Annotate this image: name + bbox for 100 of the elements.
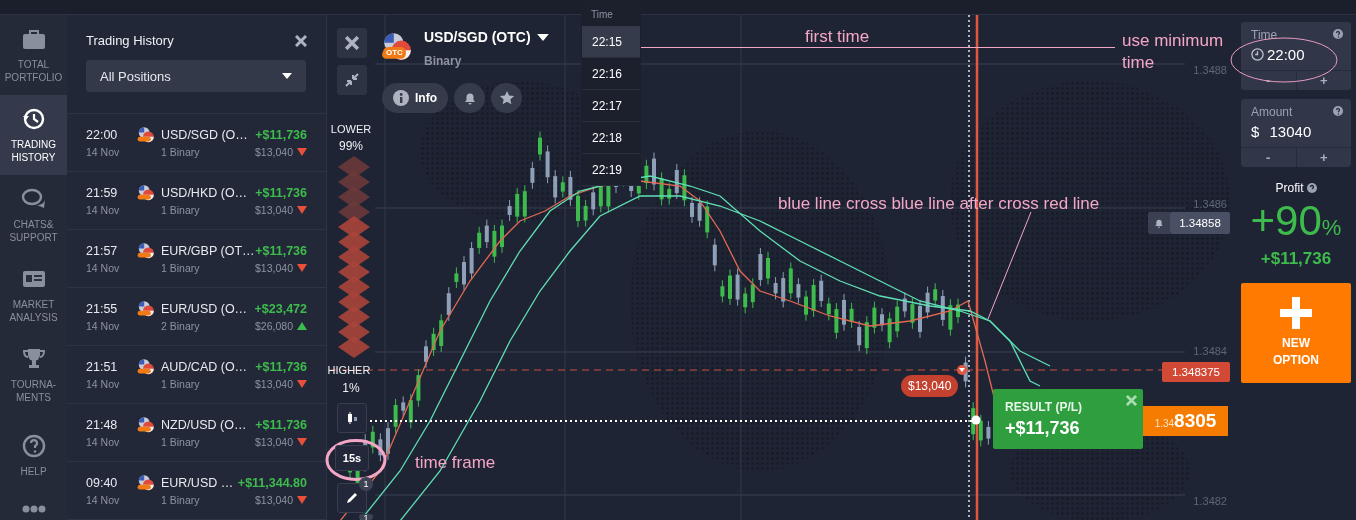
trade-date: 14 Nov	[86, 493, 121, 506]
time-option[interactable]: 22:15	[582, 26, 640, 58]
trade-time: 21:55	[86, 301, 119, 316]
collapse-icon	[345, 73, 359, 87]
clock-icon	[1251, 48, 1264, 61]
nav-item[interactable]: TOURNA- MENTS	[0, 335, 67, 415]
trade-date: 14 Nov	[86, 203, 121, 216]
result-value: +$11,736	[1005, 418, 1081, 439]
candle-icon	[345, 411, 359, 425]
profit-amount: +$23,472	[254, 301, 307, 316]
profit-amount: +$11,344.80	[237, 475, 307, 490]
trade-count: 1 Binary	[161, 145, 201, 158]
bell-button[interactable]	[454, 83, 485, 113]
trade-time: 22:00	[86, 127, 119, 142]
draw-tool-button[interactable]	[337, 483, 367, 513]
info-button[interactable]: Info	[382, 83, 448, 113]
chart-type-button[interactable]	[337, 403, 367, 433]
time-option[interactable]: 22:16	[582, 58, 640, 90]
trade-date: 14 Nov	[86, 145, 121, 158]
invested-amount: $13,040	[255, 377, 293, 390]
stepper-button[interactable]: -	[1241, 148, 1296, 167]
trade-time: 09:40	[86, 475, 119, 490]
help-icon[interactable]	[1333, 106, 1343, 116]
strike-marker-icon	[957, 365, 967, 375]
trade-date: 14 Nov	[86, 319, 121, 332]
close-button[interactable]	[337, 28, 367, 58]
amount-field[interactable]: Amount $ 13040 - +	[1241, 99, 1351, 167]
annotation-text: use minimum	[1122, 30, 1224, 52]
alert-price-tag: 1.34858	[1170, 212, 1230, 234]
trade-count: 1 Binary	[161, 435, 201, 448]
invested-amount: $13,040	[255, 145, 293, 158]
invested-amount: $13,040	[255, 493, 293, 506]
time-option[interactable]: 22:17	[582, 90, 640, 122]
plus-icon	[1280, 297, 1312, 329]
positions-dropdown[interactable]: All Positions	[86, 60, 306, 92]
menu-title: Time	[590, 8, 614, 22]
asset-selector[interactable]: USD/SGD (OTC)	[424, 29, 549, 45]
asset-name: USD/HKD (O…	[161, 185, 249, 200]
nav-item[interactable]: TOTAL PORTFOLIO	[0, 15, 67, 95]
result-label: RESULT (P/L)	[1005, 400, 1084, 414]
nav-item[interactable]: HELP	[0, 415, 67, 495]
invested-amount: $26,080	[255, 319, 293, 332]
asset-name: NZD/USD (O…	[161, 417, 248, 432]
profit-amount: +$11,736	[255, 359, 307, 374]
trade-date: 14 Nov	[86, 261, 121, 274]
stepper-button[interactable]: +	[1295, 148, 1351, 167]
lower-label: LOWER	[329, 122, 373, 137]
alert-bell-icon[interactable]	[1148, 212, 1170, 234]
close-icon[interactable]	[295, 34, 307, 47]
flag-icon	[137, 241, 155, 260]
asset-name: AUD/CAD (O…	[161, 359, 249, 374]
price-label: 1.3486	[1193, 198, 1227, 210]
nav-item[interactable]: CHATS& SUPPORT	[0, 175, 67, 255]
stepper-button[interactable]: +	[1295, 71, 1351, 90]
nav-item[interactable]: TRADING HISTORY	[0, 95, 67, 175]
help-icon[interactable]	[1333, 29, 1343, 39]
asset-name: EUR/USD …	[161, 475, 235, 490]
timeframe-button[interactable]: 15s	[335, 445, 369, 471]
time-field[interactable]: Time 22:00 - +	[1241, 22, 1351, 90]
trade-time: 21:51	[86, 359, 119, 374]
profit-value: +$11,736	[1260, 249, 1332, 269]
trade-count: 2 Binary	[161, 319, 201, 332]
invested-amount: $13,040	[255, 261, 293, 274]
profit-amount: +$11,736	[255, 417, 307, 432]
trade-count: 1 Binary	[161, 203, 201, 216]
panel-title: Trading History	[86, 33, 174, 48]
caret-icon	[536, 33, 549, 41]
investment-tag: $13,040	[901, 375, 959, 397]
flag-icon	[137, 357, 155, 376]
nav-item[interactable]: MARKET ANALYSIS	[0, 255, 67, 335]
collapse-button[interactable]	[337, 65, 367, 95]
lower-percent: 99%	[338, 139, 364, 154]
profit-percent: +90%	[1250, 197, 1342, 245]
invested-amount: $13,040	[255, 435, 293, 448]
time-option[interactable]: 22:18	[582, 122, 640, 154]
trade-date: 14 Nov	[86, 377, 121, 390]
asset-type: Binary	[424, 54, 462, 68]
trade-time: 21:48	[86, 417, 119, 432]
invested-amount: $13,040	[255, 203, 293, 216]
more-icon[interactable]	[21, 505, 46, 513]
higher-label: HIGHER	[326, 363, 372, 378]
price-label: 1.3484	[1193, 345, 1227, 357]
help-icon[interactable]	[1306, 183, 1317, 193]
profit-label: Profit	[1275, 181, 1304, 195]
price-label: 1.3488	[1193, 64, 1227, 76]
profit-amount: +$11,736	[255, 127, 307, 142]
flag-icon	[137, 183, 155, 202]
info-icon	[393, 90, 409, 106]
otc-badge: OTC	[383, 47, 406, 58]
close-icon	[345, 36, 359, 50]
trade-time: 21:57	[86, 243, 119, 258]
profit-amount: +$11,736	[255, 243, 307, 258]
trade-count: 1 Binary	[161, 261, 201, 274]
asset-name: USD/SGD (O…	[161, 127, 249, 142]
time-option[interactable]: 22:19	[582, 154, 640, 186]
trade-count: 1 Binary	[161, 493, 201, 506]
current-price-tag: 1.348305	[1143, 406, 1228, 436]
pencil-icon	[345, 491, 359, 505]
annotation-text: first time	[805, 26, 870, 48]
profit-amount: +$11,736	[255, 185, 307, 200]
